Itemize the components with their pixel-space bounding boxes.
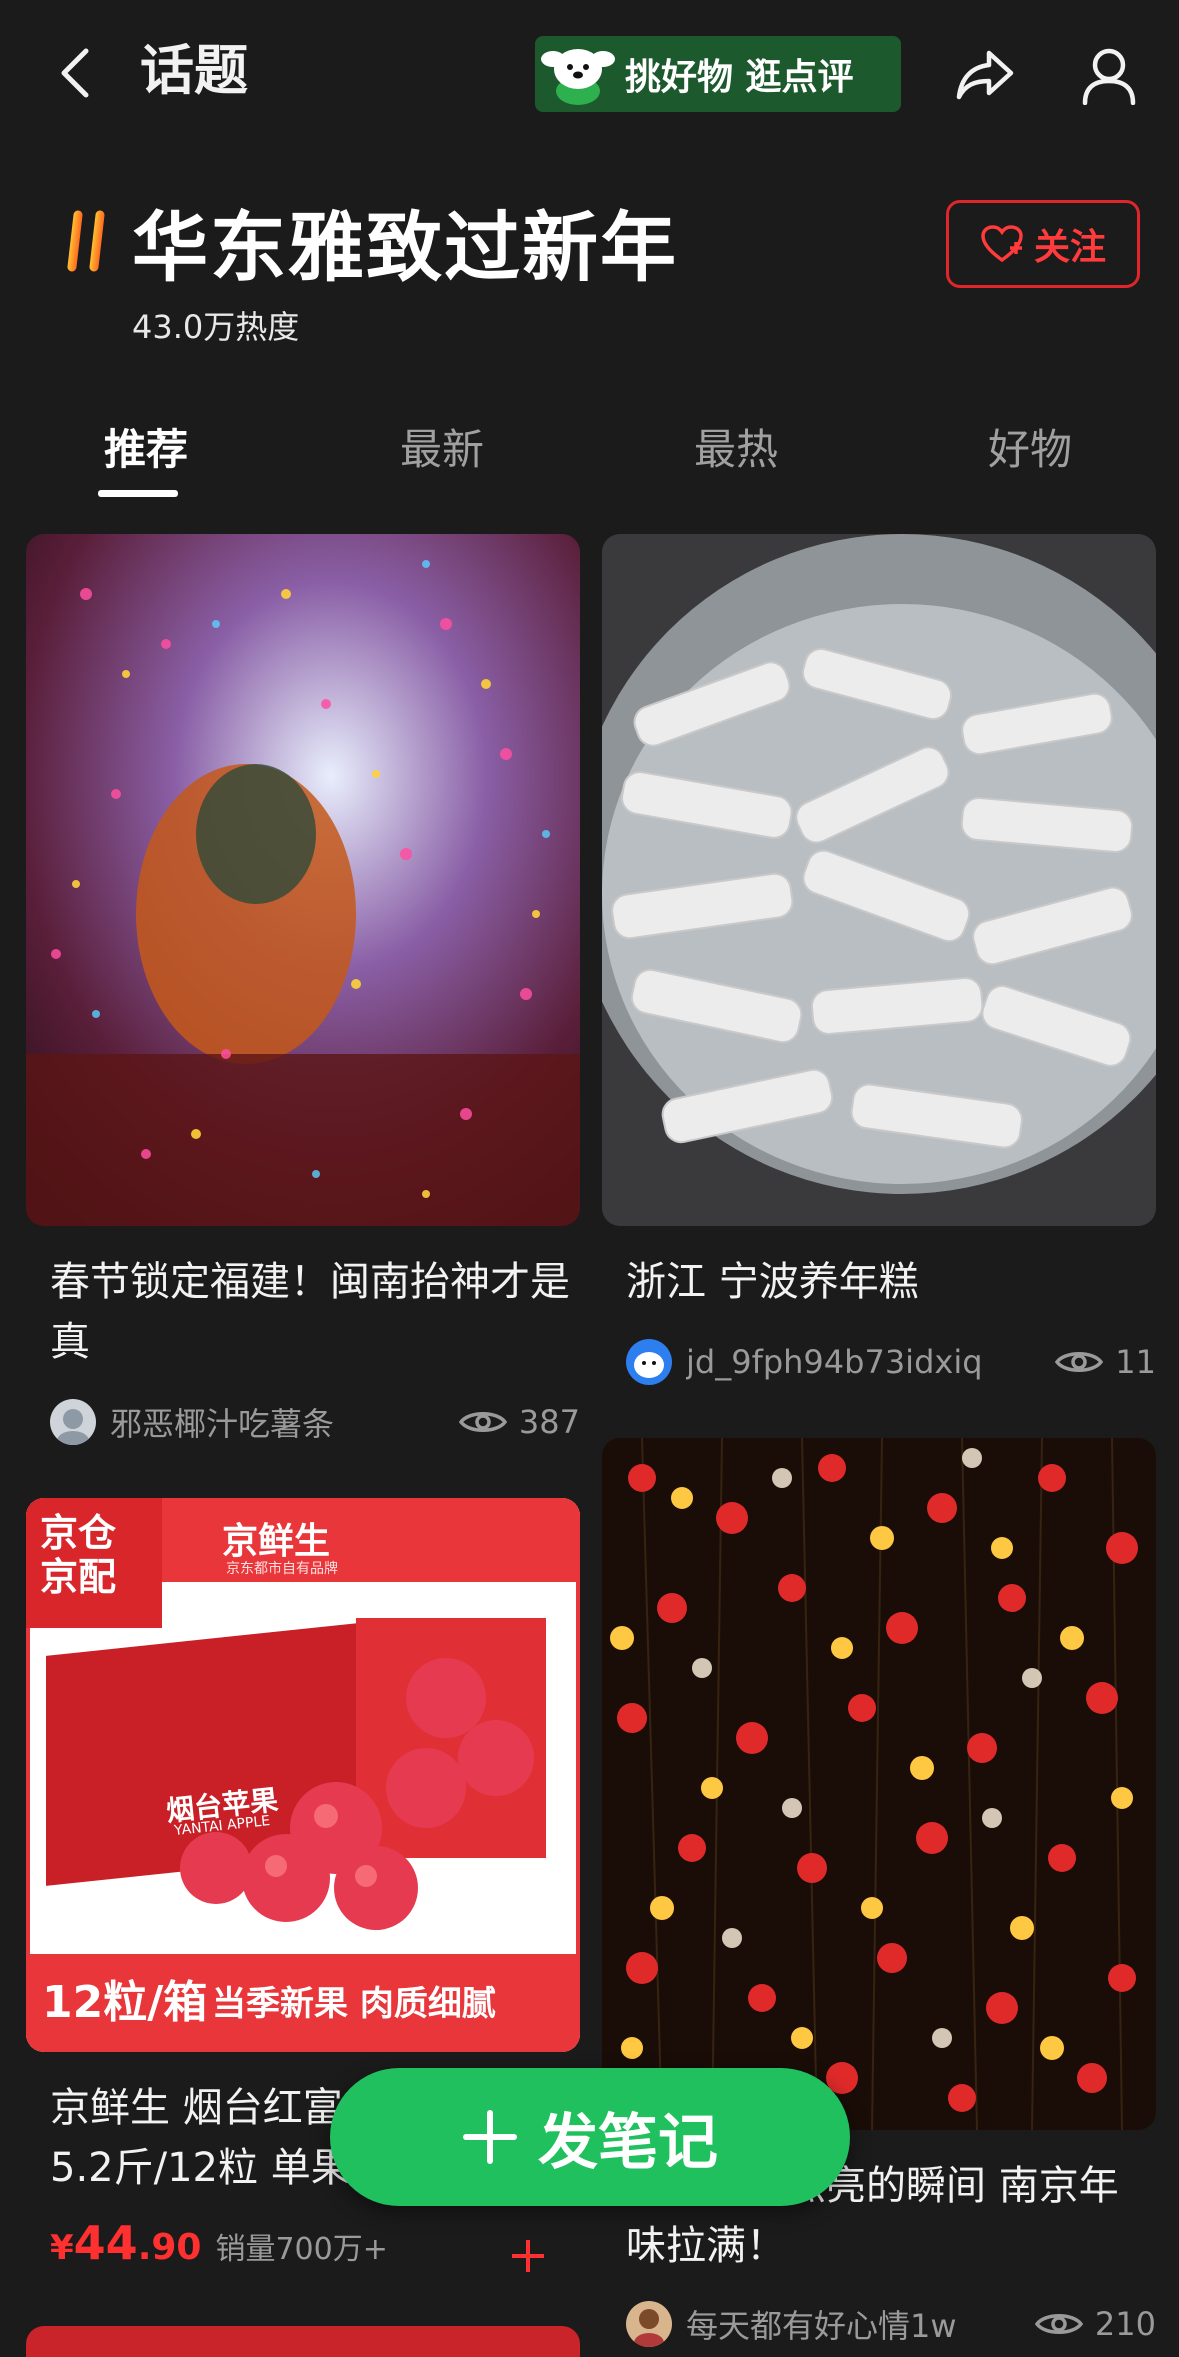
- tab-recommended[interactable]: 推荐: [46, 410, 246, 500]
- product-price: ¥ 44 .90 销量700万+: [50, 2216, 388, 2270]
- view-count-value: 387: [518, 1403, 580, 1441]
- brand-sub-label: 京东都市自有品牌: [226, 1561, 338, 1577]
- tab-label: 最热: [693, 425, 778, 474]
- jd-warehouse-badge: 京仓 京配: [40, 1512, 150, 1600]
- hashtag-icon: [54, 206, 118, 276]
- view-count-value: 11: [1115, 1343, 1156, 1381]
- product-image-apples[interactable]: 京仓 京配 京鲜生 京东都市自有品牌 烟台苹果 YANTAI APPLE 12粒…: [26, 1498, 580, 2052]
- post-image-festival[interactable]: [26, 534, 580, 1226]
- tab-label: 好物: [987, 425, 1072, 474]
- share-icon: [956, 50, 1014, 100]
- author-name[interactable]: 邪恶椰汁吃薯条: [110, 1399, 459, 1445]
- price-currency: ¥: [50, 2228, 74, 2268]
- author-name[interactable]: 每天都有好心情1w: [686, 2301, 1035, 2347]
- post-image-lanterns[interactable]: [602, 1438, 1156, 2130]
- follow-button[interactable]: 关注: [946, 200, 1140, 288]
- tab-good-products[interactable]: 好物: [930, 410, 1130, 500]
- eye-icon: [1055, 1347, 1104, 1377]
- tab-label: 最新: [399, 425, 484, 474]
- tab-bar: 推荐 最新 最热 好物: [0, 410, 1179, 500]
- avatar[interactable]: [50, 1399, 96, 1445]
- plus-icon: [512, 2240, 544, 2272]
- topic-title-row: 华东雅致过新年: [54, 196, 678, 292]
- heart-plus-icon: [980, 224, 1024, 264]
- post-meta: 邪恶椰汁吃薯条 387: [50, 1392, 580, 1452]
- badge-line: 京仓: [40, 1513, 117, 1555]
- eye-icon: [458, 1407, 507, 1437]
- topic-heat: 43.0万热度: [132, 308, 300, 346]
- profile-button[interactable]: [1074, 40, 1144, 110]
- follow-label: 关注: [1033, 227, 1106, 268]
- pack-count-label: 12粒/箱: [42, 1977, 208, 2028]
- slogan-label: 当季新果 肉质细腻: [212, 1984, 496, 2024]
- page-title: 话题: [140, 39, 248, 102]
- sales-count: 销量700万+: [215, 2232, 388, 2267]
- joy-dog-icon: [535, 36, 621, 112]
- chevron-left-icon: [61, 48, 89, 98]
- user-icon: [1082, 48, 1136, 105]
- brand-label: 京鲜生: [222, 1521, 331, 1562]
- avatar[interactable]: [626, 1339, 672, 1385]
- tab-latest[interactable]: 最新: [342, 410, 542, 500]
- post-image-next[interactable]: [26, 2326, 580, 2357]
- view-count: 11: [1055, 1343, 1156, 1381]
- back-button[interactable]: [44, 38, 104, 108]
- view-count: 210: [1034, 2305, 1156, 2343]
- avatar[interactable]: [626, 2301, 672, 2347]
- plus-icon: [462, 2109, 518, 2165]
- tab-hottest[interactable]: 最热: [636, 410, 836, 500]
- publish-note-button[interactable]: 发笔记: [330, 2068, 850, 2206]
- share-button[interactable]: [950, 40, 1020, 110]
- post-image-rice-cakes[interactable]: [602, 534, 1156, 1226]
- tab-active-indicator: [98, 490, 178, 497]
- add-to-cart-button[interactable]: [498, 2226, 558, 2286]
- promo-banner[interactable]: 挑好物 逛点评: [535, 36, 901, 112]
- price-integer: 44: [73, 2216, 138, 2270]
- topic-name: 华东雅致过新年: [132, 203, 678, 292]
- view-count: 387: [458, 1403, 580, 1441]
- post-meta: 每天都有好心情1w 210: [626, 2294, 1156, 2354]
- tab-label: 推荐: [103, 425, 188, 474]
- price-decimal: .90: [137, 2227, 202, 2268]
- post-title[interactable]: 浙江 宁波养年糕: [626, 1252, 1146, 1312]
- top-bar: 话题 挑好物 逛点评: [0, 0, 1179, 150]
- promo-text: 挑好物 逛点评: [625, 57, 854, 98]
- eye-icon: [1034, 2309, 1083, 2339]
- publish-note-label: 发笔记: [538, 2107, 718, 2178]
- view-count-value: 210: [1094, 2305, 1156, 2343]
- badge-line: 京配: [40, 1557, 117, 1599]
- post-title[interactable]: 春节锁定福建！闽南抬神才是真: [50, 1252, 570, 1372]
- author-name[interactable]: jd_9fph94b73idxiq: [686, 1343, 1055, 1381]
- post-meta: jd_9fph94b73idxiq 11: [626, 1332, 1156, 1392]
